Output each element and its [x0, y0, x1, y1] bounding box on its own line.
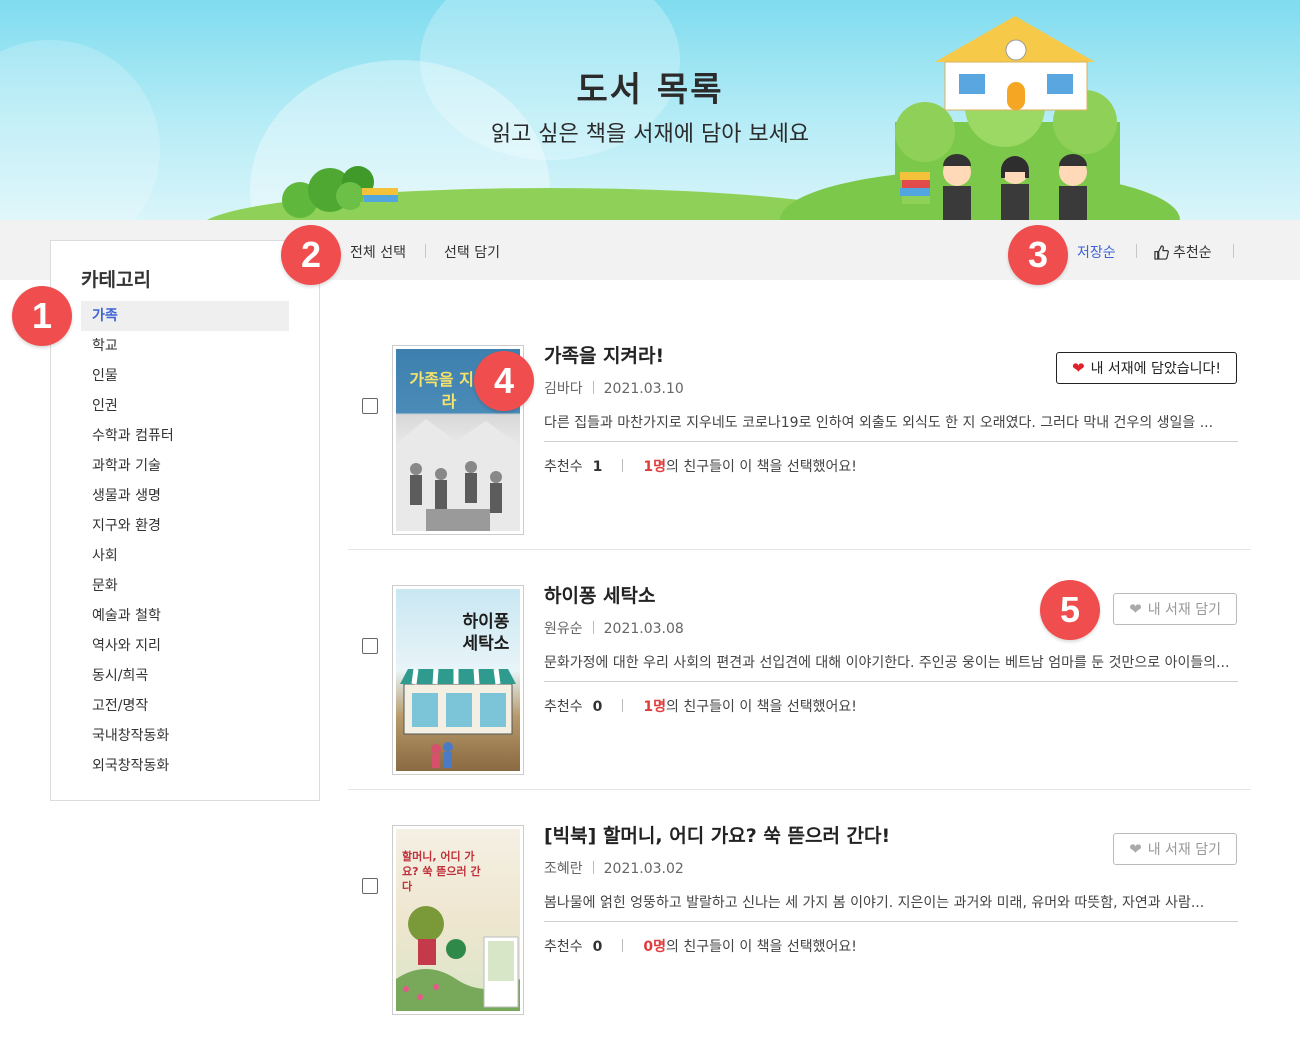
- page-title: 도서 목록: [576, 70, 724, 110]
- category-item[interactable]: 사회: [81, 541, 289, 571]
- category-item[interactable]: 인물: [81, 361, 289, 391]
- friends-text: 의 친구들이 이 책을 선택했어요!: [666, 699, 857, 715]
- book-description: 문화가정에 대한 우리 사회의 편견과 선입견에 대해 이야기한다. 주인공 웅…: [544, 655, 1230, 671]
- recommend-count: 0: [592, 699, 603, 715]
- cover-title: 할머니, 어디 가요? 쑥 뜯으러 간다: [402, 850, 481, 893]
- book-meta: 조혜란 2021.03.02: [544, 858, 684, 878]
- book-description: 다른 집들과 마찬가지로 지우네도 코로나19로 인하여 외출도 외식도 한 지…: [544, 415, 1214, 431]
- book-date: 2021.03.10: [603, 381, 684, 397]
- recommend-count: 1: [592, 459, 603, 475]
- book-checkbox[interactable]: [362, 878, 378, 894]
- bush-illustration: [282, 166, 398, 218]
- category-item[interactable]: 고전/명작: [81, 691, 289, 721]
- book-meta: 원유순 2021.03.08: [544, 618, 684, 638]
- annotation-marker-1: 1: [12, 286, 72, 346]
- sort-by-shelf-button[interactable]: 저장순: [1077, 242, 1116, 262]
- friends-text: 의 친구들이 이 책을 선택했어요!: [666, 459, 857, 475]
- annotation-marker-2: 2: [281, 225, 341, 285]
- toolbar-divider: [1136, 244, 1137, 258]
- category-item[interactable]: 동시/희곡: [81, 661, 289, 691]
- category-item[interactable]: 가족: [81, 301, 289, 331]
- add-to-shelf-button[interactable]: ❤ 내 서재에 담았습니다!: [1055, 352, 1237, 384]
- book-cover[interactable]: 하이퐁 세탁소: [392, 585, 524, 775]
- add-to-shelf-button[interactable]: ❤ 내 서재 담기: [1113, 833, 1237, 865]
- book-date: 2021.03.08: [603, 621, 684, 637]
- book-title[interactable]: [빅북] 할머니, 어디 가요? 쑥 뜯으러 간다!: [544, 821, 890, 848]
- sort-by-recommend-button[interactable]: 추천순: [1154, 242, 1212, 262]
- book-checkbox[interactable]: [362, 398, 378, 414]
- annotation-marker-4: 4: [474, 351, 534, 411]
- thumbs-up-icon: [1154, 244, 1169, 260]
- category-item[interactable]: 외국창작동화: [81, 751, 289, 781]
- book-stats: 추천수 1 1명의 친구들이 이 책을 선택했어요!: [544, 456, 857, 476]
- category-item[interactable]: 생물과 생명: [81, 481, 289, 511]
- book-date: 2021.03.02: [603, 861, 684, 877]
- heart-icon: ❤: [1129, 599, 1142, 618]
- divider: [544, 921, 1238, 922]
- friends-count: 0명: [643, 939, 667, 955]
- book-author: 조혜란: [544, 861, 583, 877]
- category-item[interactable]: 예술과 철학: [81, 601, 289, 631]
- book-row: 할머니, 어디 가요? 쑥 뜯으러 간다 [빅북] 할머니, 어디 가요? 쑥 …: [348, 790, 1251, 1030]
- divider: [544, 681, 1238, 682]
- friends-count: 1명: [643, 699, 667, 715]
- book-row: 하이퐁 세탁소 하이퐁 세탁소 원유순 2021.03.08 문화가정에 대한 우…: [348, 550, 1251, 790]
- add-to-shelf-label: 내 서재 담기: [1147, 842, 1221, 858]
- category-item[interactable]: 학교: [81, 331, 289, 361]
- book-checkbox[interactable]: [362, 638, 378, 654]
- cover-title: 하이퐁 세탁소: [462, 612, 510, 654]
- book-description: 봄나물에 얽힌 엉뚱하고 발랄하고 신나는 세 가지 봄 이야기. 지은이는 과…: [544, 895, 1205, 911]
- divider: [544, 441, 1238, 442]
- book-author: 김바다: [544, 381, 583, 397]
- add-to-shelf-label: 내 서재에 담았습니다!: [1090, 361, 1221, 377]
- select-all-button[interactable]: 전체 선택: [350, 242, 406, 262]
- category-item[interactable]: 문화: [81, 571, 289, 601]
- book-title[interactable]: 가족을 지켜라!: [544, 341, 664, 368]
- category-title: 카테고리: [81, 269, 151, 291]
- book-cover[interactable]: 할머니, 어디 가요? 쑥 뜯으러 간다: [392, 825, 524, 1015]
- book-author: 원유순: [544, 621, 583, 637]
- page-subtitle: 읽고 싶은 책을 서재에 담아 보세요: [490, 122, 810, 147]
- category-item[interactable]: 역사와 지리: [81, 631, 289, 661]
- book-title[interactable]: 하이퐁 세탁소: [544, 581, 656, 608]
- category-list: 가족 학교 인물 인권 수학과 컴퓨터 과학과 기술 생물과 생명 지구와 환경…: [81, 301, 289, 781]
- friends-count: 1명: [643, 459, 667, 475]
- recommend-count: 0: [592, 939, 603, 955]
- annotation-marker-3: 3: [1008, 225, 1068, 285]
- category-item[interactable]: 과학과 기술: [81, 451, 289, 481]
- category-item[interactable]: 수학과 컴퓨터: [81, 421, 289, 451]
- add-to-shelf-button[interactable]: ❤ 내 서재 담기: [1113, 593, 1237, 625]
- heart-icon: ❤: [1129, 839, 1142, 858]
- toolbar-divider: [1233, 244, 1234, 258]
- book-stats: 추천수 0 0명의 친구들이 이 책을 선택했어요!: [544, 936, 857, 956]
- friends-text: 의 친구들이 이 책을 선택했어요!: [666, 939, 857, 955]
- book-stats: 추천수 0 1명의 친구들이 이 책을 선택했어요!: [544, 696, 857, 716]
- heart-icon: ❤: [1071, 358, 1085, 377]
- add-to-shelf-label: 내 서재 담기: [1147, 602, 1221, 618]
- category-sidebar: 카테고리 가족 학교 인물 인권 수학과 컴퓨터 과학과 기술 생물과 생명 지…: [50, 240, 320, 801]
- category-item[interactable]: 인권: [81, 391, 289, 421]
- add-selected-button[interactable]: 선택 담기: [444, 242, 500, 262]
- toolbar-divider: [425, 244, 426, 258]
- recommend-label: 추천수: [544, 939, 583, 955]
- annotation-marker-5: 5: [1040, 580, 1100, 640]
- sort-by-recommend-label: 추천순: [1173, 245, 1212, 261]
- book-row: 가족을 지켜라 가족을 지켜라! 김바다 2021.03.10 다른 집들과 마찬…: [348, 310, 1251, 550]
- book-meta: 김바다 2021.03.10: [544, 378, 684, 398]
- recommend-label: 추천수: [544, 699, 583, 715]
- banner: 도서 목록 읽고 싶은 책을 서재에 담아 보세요: [0, 0, 1300, 220]
- category-item[interactable]: 국내창작동화: [81, 721, 289, 751]
- category-item[interactable]: 지구와 환경: [81, 511, 289, 541]
- recommend-label: 추천수: [544, 459, 583, 475]
